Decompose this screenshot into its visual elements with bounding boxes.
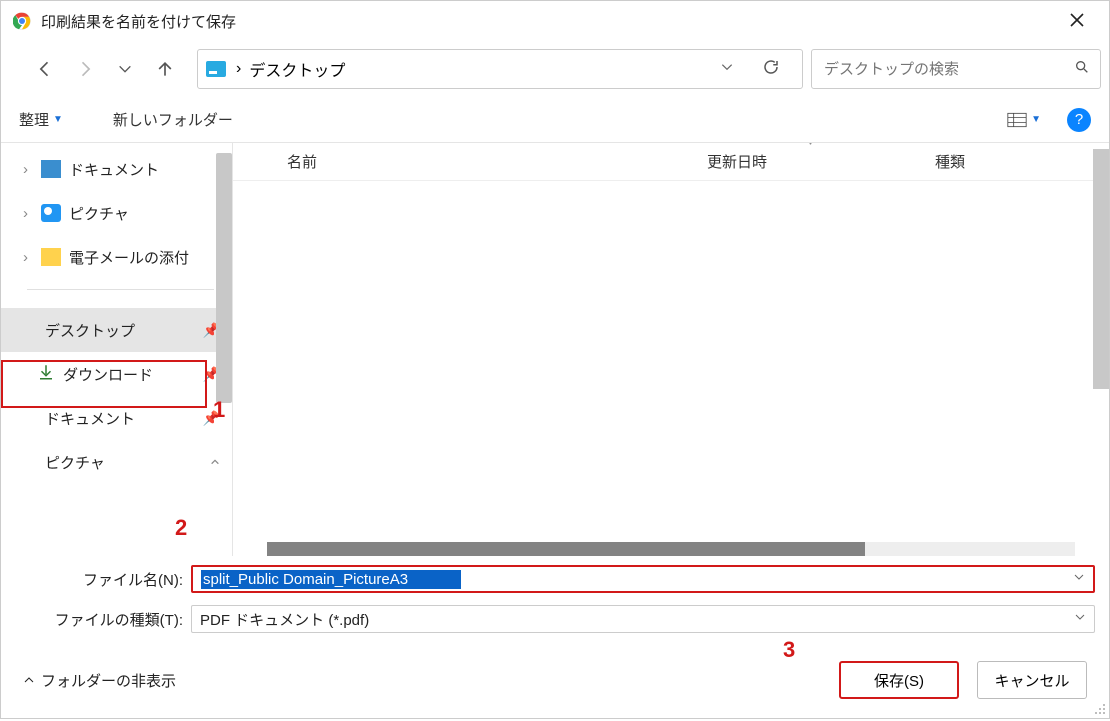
column-type[interactable]: 種類 xyxy=(935,151,965,172)
folder-icon xyxy=(41,248,61,266)
tree-label: 電子メールの添付 xyxy=(69,247,189,268)
download-icon xyxy=(37,363,55,385)
search-icon[interactable] xyxy=(1074,59,1090,80)
pin-icon[interactable]: 📌 xyxy=(203,410,220,427)
body: › ドキュメント › ピクチャ › 電子メールの添付 デスクトッ xyxy=(1,143,1109,556)
chevron-up-icon[interactable] xyxy=(210,454,220,470)
back-button[interactable] xyxy=(25,49,65,89)
sort-indicator-icon: ˅ xyxy=(807,143,814,149)
tree-label: ピクチャ xyxy=(45,452,105,473)
command-bar: 整理 ▼ 新しいフォルダー ▼ ? xyxy=(1,97,1109,143)
resize-grip[interactable] xyxy=(1093,702,1107,716)
path-separator: › xyxy=(236,60,241,78)
search-box[interactable] xyxy=(811,49,1101,89)
filename-dropdown[interactable] xyxy=(1073,570,1085,588)
quickaccess-pictures[interactable]: ピクチャ xyxy=(1,440,232,484)
file-list: 名前 ˅ 更新日時 種類 xyxy=(233,143,1109,556)
nav-toolbar: › デスクトップ xyxy=(1,41,1109,97)
scrollbar-vertical[interactable] xyxy=(1093,149,1109,389)
window-title: 印刷結果を名前を付けて保存 xyxy=(41,11,236,32)
recent-dropdown[interactable] xyxy=(105,49,145,89)
chrome-icon xyxy=(13,12,31,30)
tree-label: ピクチャ xyxy=(69,203,129,224)
quickaccess-desktop[interactable]: デスクトップ 📌 xyxy=(1,308,232,352)
nav-tree: › ドキュメント › ピクチャ › 電子メールの添付 デスクトッ xyxy=(1,143,233,556)
tree-item-email[interactable]: › 電子メールの添付 xyxy=(1,235,232,279)
forward-button[interactable] xyxy=(65,49,105,89)
organize-menu[interactable]: 整理 ▼ xyxy=(19,109,63,130)
titlebar: 印刷結果を名前を付けて保存 xyxy=(1,1,1109,41)
picture-icon xyxy=(41,204,61,222)
address-bar[interactable]: › デスクトップ xyxy=(197,49,803,89)
filename-input[interactable] xyxy=(201,570,461,589)
tree-item-pictures[interactable]: › ピクチャ xyxy=(1,191,232,235)
filetype-value: PDF ドキュメント (*.pdf) xyxy=(200,609,1074,630)
column-date-label: 更新日時 xyxy=(707,154,767,171)
filename-area: ファイル名(N): ファイルの種類(T): PDF ドキュメント (*.pdf) xyxy=(1,556,1109,642)
help-button[interactable]: ? xyxy=(1067,108,1091,132)
filename-label: ファイル名(N): xyxy=(15,569,191,590)
new-folder-button[interactable]: 新しいフォルダー xyxy=(113,109,233,130)
column-name[interactable]: 名前 xyxy=(287,151,707,172)
footer: フォルダーの非表示 保存(S) キャンセル xyxy=(1,642,1109,718)
chevron-right-icon[interactable]: › xyxy=(23,161,41,178)
save-dialog: 印刷結果を名前を付けて保存 › デスクトップ xyxy=(0,0,1110,719)
tree-label: ドキュメント xyxy=(69,159,159,180)
column-date[interactable]: ˅ 更新日時 xyxy=(707,151,935,172)
scrollbar-thumb[interactable] xyxy=(267,542,865,556)
hide-folders-label: フォルダーの非表示 xyxy=(41,670,176,691)
save-button[interactable]: 保存(S) xyxy=(839,661,959,699)
chevron-right-icon[interactable]: › xyxy=(23,249,41,266)
quickaccess-documents[interactable]: ドキュメント 📌 xyxy=(1,396,232,440)
filetype-dropdown-icon[interactable] xyxy=(1074,610,1086,628)
tree-label: ダウンロード xyxy=(63,364,153,385)
quickaccess-downloads[interactable]: ダウンロード 📌 xyxy=(1,352,232,396)
filetype-select[interactable]: PDF ドキュメント (*.pdf) xyxy=(191,605,1095,633)
column-headers: 名前 ˅ 更新日時 種類 xyxy=(233,143,1109,181)
divider xyxy=(27,289,214,290)
close-button[interactable] xyxy=(1057,0,1097,42)
cancel-button[interactable]: キャンセル xyxy=(977,661,1087,699)
up-button[interactable] xyxy=(145,49,185,89)
path-crumb[interactable]: デスクトップ xyxy=(249,57,345,81)
document-icon xyxy=(41,160,61,178)
filetype-label: ファイルの種類(T): xyxy=(15,609,191,630)
view-layout-button[interactable]: ▼ xyxy=(1007,112,1041,128)
scrollbar-vertical[interactable] xyxy=(216,153,232,403)
hide-folders-button[interactable]: フォルダーの非表示 xyxy=(23,670,176,691)
refresh-button[interactable] xyxy=(748,58,794,81)
tree-label: デスクトップ xyxy=(45,320,135,341)
desktop-icon xyxy=(206,61,226,77)
path-dropdown[interactable] xyxy=(706,60,748,79)
scrollbar-horizontal[interactable] xyxy=(267,542,1075,556)
tree-item-documents[interactable]: › ドキュメント xyxy=(1,147,232,191)
tree-label: ドキュメント xyxy=(45,408,135,429)
search-input[interactable] xyxy=(822,60,1074,79)
filename-field-wrap[interactable] xyxy=(191,565,1095,593)
chevron-right-icon[interactable]: › xyxy=(23,205,41,222)
organize-label: 整理 xyxy=(19,109,49,130)
